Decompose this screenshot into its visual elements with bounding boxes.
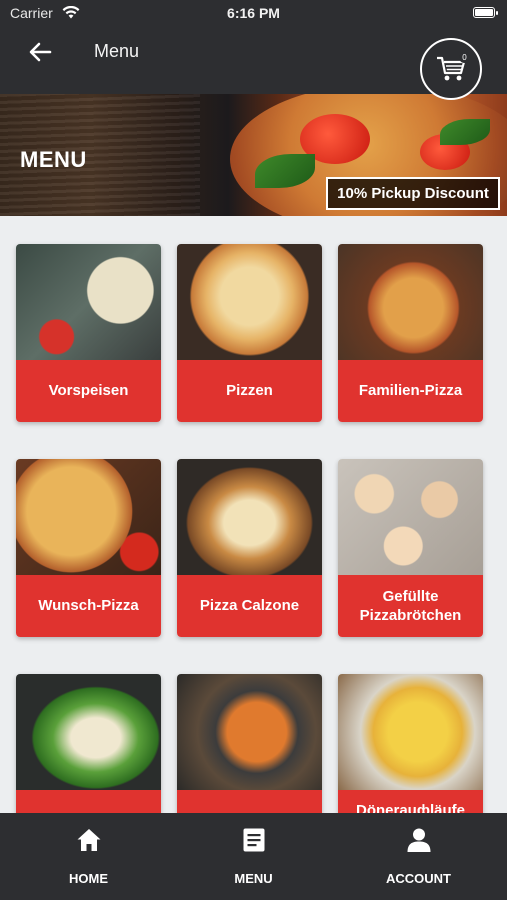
category-card-doeneraufläufe[interactable]: Dönerauфläufe [338, 674, 483, 813]
category-image [338, 459, 483, 575]
bottom-tab-bar: HOME MENU ACCOUNT [0, 813, 507, 900]
category-image [177, 674, 322, 790]
banner-title: MENU [20, 147, 87, 172]
status-time: 6:16 PM [227, 5, 280, 21]
category-image [338, 244, 483, 360]
cart-button[interactable]: 0 [420, 38, 482, 100]
category-card-pizza-calzone[interactable]: Pizza Calzone [177, 459, 322, 637]
back-arrow-icon[interactable] [26, 38, 54, 66]
category-grid[interactable]: Vorspeisen Pizzen Familien-Pizza Wunsch-… [0, 216, 507, 813]
category-card-pasta[interactable] [177, 674, 322, 813]
category-image [177, 459, 322, 575]
category-image [16, 244, 161, 360]
category-label: Familien-Pizza [338, 360, 483, 422]
category-label: Pizza Calzone [177, 575, 322, 637]
tab-label: HOME [69, 871, 108, 886]
tab-label: MENU [234, 871, 273, 886]
category-label: Pizzen [177, 360, 322, 422]
category-card-salate[interactable] [16, 674, 161, 813]
tab-home[interactable]: HOME [4, 813, 173, 900]
category-label: Wunsch-Pizza [16, 575, 161, 637]
category-card-gefuellte-pizzabroetchen[interactable]: Gefüllte Pizzabrötchen [338, 459, 483, 637]
page-title: Menu [94, 41, 140, 61]
category-card-familien-pizza[interactable]: Familien-Pizza [338, 244, 483, 422]
cart-count-badge: 0 [459, 52, 470, 63]
category-label: Vorspeisen [16, 360, 161, 422]
menu-list-icon [243, 828, 265, 852]
tab-menu[interactable]: MENU [169, 813, 338, 900]
tab-label: ACCOUNT [386, 871, 451, 886]
category-label: Dönerauфläufe [338, 790, 483, 813]
category-card-pizzen[interactable]: Pizzen [177, 244, 322, 422]
category-label [177, 790, 322, 813]
discount-badge: 10% Pickup Discount [326, 177, 500, 210]
user-icon [407, 828, 431, 852]
category-card-vorspeisen[interactable]: Vorspeisen [16, 244, 161, 422]
battery-icon [473, 7, 498, 18]
category-label: Gefüllte Pizzabrötchen [338, 575, 483, 637]
category-label [16, 790, 161, 813]
status-bar: Carrier 6:16 PM [0, 0, 507, 28]
category-image [177, 244, 322, 360]
category-image [16, 459, 161, 575]
home-icon [77, 829, 101, 851]
category-card-wunsch-pizza[interactable]: Wunsch-Pizza [16, 459, 161, 637]
category-sheet: Vorspeisen Pizzen Familien-Pizza Wunsch-… [0, 216, 507, 813]
tab-account[interactable]: ACCOUNT [334, 813, 503, 900]
category-image [16, 674, 161, 790]
category-image [338, 674, 483, 790]
